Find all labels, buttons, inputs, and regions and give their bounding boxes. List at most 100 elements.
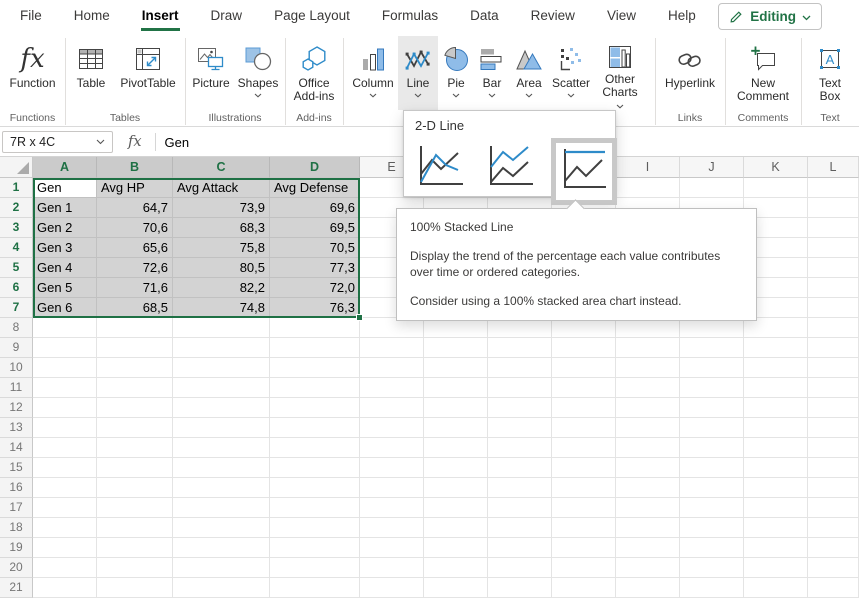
- cell-F14[interactable]: [424, 438, 488, 458]
- cell-H10[interactable]: [552, 358, 616, 378]
- option-100-stacked-line[interactable]: [551, 138, 617, 205]
- new-comment-button[interactable]: New Comment: [730, 36, 796, 110]
- cell-L18[interactable]: [808, 518, 859, 538]
- cell-C21[interactable]: [173, 578, 270, 598]
- cell-H17[interactable]: [552, 498, 616, 518]
- cell-A18[interactable]: [33, 518, 97, 538]
- cell-B15[interactable]: [97, 458, 173, 478]
- option-stacked-line[interactable]: [481, 138, 541, 199]
- cell-F9[interactable]: [424, 338, 488, 358]
- cell-J21[interactable]: [680, 578, 744, 598]
- cell-A2[interactable]: Gen 1: [33, 198, 97, 218]
- cell-G21[interactable]: [488, 578, 552, 598]
- cell-L7[interactable]: [808, 298, 859, 318]
- cell-G18[interactable]: [488, 518, 552, 538]
- cell-K10[interactable]: [744, 358, 808, 378]
- cell-I8[interactable]: [616, 318, 680, 338]
- cell-B4[interactable]: 65,6: [97, 238, 173, 258]
- cell-K13[interactable]: [744, 418, 808, 438]
- cell-I18[interactable]: [616, 518, 680, 538]
- cell-F10[interactable]: [424, 358, 488, 378]
- cell-K11[interactable]: [744, 378, 808, 398]
- cell-H16[interactable]: [552, 478, 616, 498]
- cell-C1[interactable]: Avg Attack: [173, 178, 270, 198]
- cell-D21[interactable]: [270, 578, 360, 598]
- cell-G13[interactable]: [488, 418, 552, 438]
- row-header-17[interactable]: 17: [0, 498, 33, 518]
- cell-L10[interactable]: [808, 358, 859, 378]
- cell-L9[interactable]: [808, 338, 859, 358]
- cell-I12[interactable]: [616, 398, 680, 418]
- cell-E17[interactable]: [360, 498, 424, 518]
- cell-J13[interactable]: [680, 418, 744, 438]
- cell-K17[interactable]: [744, 498, 808, 518]
- cell-F20[interactable]: [424, 558, 488, 578]
- line-chart-button[interactable]: Line: [398, 36, 438, 110]
- cell-L20[interactable]: [808, 558, 859, 578]
- cell-H15[interactable]: [552, 458, 616, 478]
- cell-E11[interactable]: [360, 378, 424, 398]
- cell-G16[interactable]: [488, 478, 552, 498]
- cell-F15[interactable]: [424, 458, 488, 478]
- cell-F12[interactable]: [424, 398, 488, 418]
- cell-I20[interactable]: [616, 558, 680, 578]
- editing-mode-button[interactable]: Editing: [718, 3, 822, 30]
- cell-D7[interactable]: 76,3: [270, 298, 360, 318]
- pie-chart-button[interactable]: Pie: [438, 36, 474, 110]
- cell-D3[interactable]: 69,5: [270, 218, 360, 238]
- cell-G19[interactable]: [488, 538, 552, 558]
- cell-J18[interactable]: [680, 518, 744, 538]
- cell-A20[interactable]: [33, 558, 97, 578]
- tab-draw[interactable]: Draw: [195, 0, 259, 33]
- row-header-9[interactable]: 9: [0, 338, 33, 358]
- column-header-A[interactable]: A: [33, 157, 97, 178]
- cell-K8[interactable]: [744, 318, 808, 338]
- cell-H14[interactable]: [552, 438, 616, 458]
- select-all-corner[interactable]: [0, 157, 33, 178]
- cell-C19[interactable]: [173, 538, 270, 558]
- cell-E12[interactable]: [360, 398, 424, 418]
- cell-D1[interactable]: Avg Defense: [270, 178, 360, 198]
- cell-C15[interactable]: [173, 458, 270, 478]
- cell-D14[interactable]: [270, 438, 360, 458]
- cell-J11[interactable]: [680, 378, 744, 398]
- cell-G9[interactable]: [488, 338, 552, 358]
- cell-A6[interactable]: Gen 5: [33, 278, 97, 298]
- hyperlink-button[interactable]: Hyperlink: [657, 36, 723, 110]
- cell-K16[interactable]: [744, 478, 808, 498]
- cell-L6[interactable]: [808, 278, 859, 298]
- cell-D12[interactable]: [270, 398, 360, 418]
- cell-D8[interactable]: [270, 318, 360, 338]
- cell-L1[interactable]: [808, 178, 859, 198]
- cell-I16[interactable]: [616, 478, 680, 498]
- cell-B9[interactable]: [97, 338, 173, 358]
- tab-insert[interactable]: Insert: [126, 0, 195, 33]
- row-header-21[interactable]: 21: [0, 578, 33, 598]
- cell-J20[interactable]: [680, 558, 744, 578]
- cell-L17[interactable]: [808, 498, 859, 518]
- cell-A16[interactable]: [33, 478, 97, 498]
- row-header-18[interactable]: 18: [0, 518, 33, 538]
- cell-J19[interactable]: [680, 538, 744, 558]
- cell-B5[interactable]: 72,6: [97, 258, 173, 278]
- cell-D9[interactable]: [270, 338, 360, 358]
- cell-J15[interactable]: [680, 458, 744, 478]
- cell-F19[interactable]: [424, 538, 488, 558]
- cell-B3[interactable]: 70,6: [97, 218, 173, 238]
- cell-G17[interactable]: [488, 498, 552, 518]
- cell-D6[interactable]: 72,0: [270, 278, 360, 298]
- row-header-13[interactable]: 13: [0, 418, 33, 438]
- cell-F8[interactable]: [424, 318, 488, 338]
- cell-H9[interactable]: [552, 338, 616, 358]
- cell-H18[interactable]: [552, 518, 616, 538]
- cell-K21[interactable]: [744, 578, 808, 598]
- row-header-7[interactable]: 7: [0, 298, 33, 318]
- row-header-4[interactable]: 4: [0, 238, 33, 258]
- cell-F21[interactable]: [424, 578, 488, 598]
- column-header-J[interactable]: J: [680, 157, 744, 178]
- cell-B6[interactable]: 71,6: [97, 278, 173, 298]
- row-header-2[interactable]: 2: [0, 198, 33, 218]
- cell-C20[interactable]: [173, 558, 270, 578]
- cell-E18[interactable]: [360, 518, 424, 538]
- cell-D15[interactable]: [270, 458, 360, 478]
